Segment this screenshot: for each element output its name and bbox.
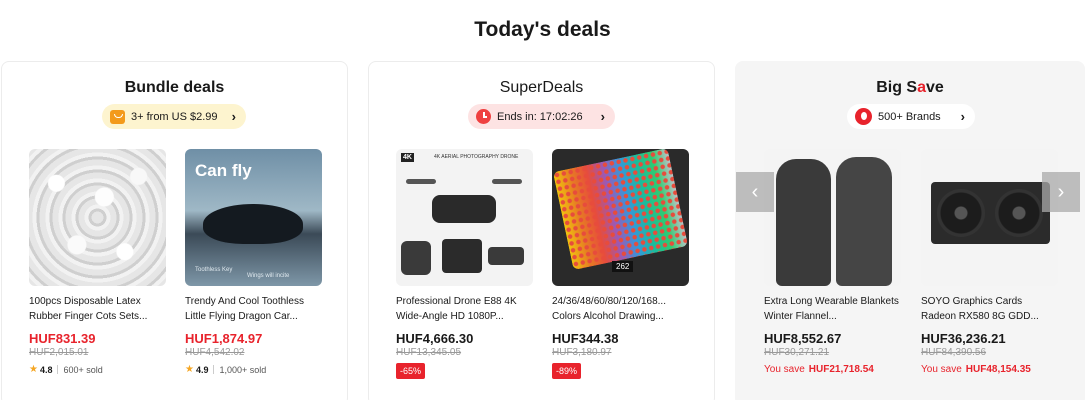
big-save-title-accent: a [917,79,926,96]
star-icon: ★ [185,364,194,375]
product-card[interactable]: 262 24/36/48/60/80/120/168... Colors Alc… [552,149,689,379]
product-name[interactable]: Professional Drone E88 4K Wide-Angle HD … [396,294,533,324]
bundle-pill-label: 3+ from US $2.99 [131,110,218,123]
product-price: HUF344.38 [552,331,619,346]
you-save-label: You save [921,364,962,375]
product-rating: 4.9 [195,364,209,375]
propeller-shape [406,179,436,184]
product-image[interactable] [921,149,1058,286]
you-save-amount: HUF21,718.54 [808,364,874,375]
carousel-next-button[interactable]: › [1042,172,1080,212]
superdeals-panel[interactable]: SuperDeals Ends in: 17:02:26 › 4K 4K AER… [368,61,715,400]
product-name[interactable]: Extra Long Wearable Blankets Winter Flan… [764,294,901,324]
carousel-prev-button[interactable]: ‹ [736,172,774,212]
product-price: HUF831.39 [29,331,96,346]
fan-shape [995,189,1043,237]
brand-logo-icon [855,108,872,125]
product-card[interactable]: SOYO Graphics Cards Radeon RX580 8G GDD.… [921,149,1058,375]
product-sold-count: 1,000+ sold [219,364,267,375]
product-price: HUF4,666.30 [396,331,474,346]
brands-pill-button[interactable]: 500+ Brands › [847,104,975,129]
product-image[interactable] [764,149,901,286]
big-save-title[interactable]: Big Save [736,79,1084,97]
chevron-right-icon: › [231,109,236,124]
product-card[interactable]: 4K 4K AERIAL PHOTOGRAPHY DRONE Professio… [396,149,533,379]
clock-icon [476,109,491,124]
you-save-label: You save [764,364,805,375]
you-save-line: You save HUF21,718.54 [764,364,901,375]
big-save-title-part: ve [926,79,944,96]
case-shape [442,239,482,273]
brands-pill-label: 500+ Brands [878,110,941,123]
image-caption: 4K AERIAL PHOTOGRAPHY DRONE [434,154,519,160]
bundle-deals-title[interactable]: Bundle deals [2,79,347,97]
product-card[interactable]: 100pcs Disposable Latex Rubber Finger Co… [29,149,166,375]
drone-body-shape [432,195,496,223]
product-old-price: HUF2,015.01 [29,347,89,358]
you-save-line: You save HUF48,154.35 [921,364,1058,375]
big-save-title-part: Big S [876,79,918,96]
product-name[interactable]: 24/36/48/60/80/120/168... Colors Alcohol… [552,294,689,324]
divider [57,365,59,374]
bundle-pill-button[interactable]: 3+ from US $2.99 › [102,104,246,129]
product-rating: 4.8 [39,364,53,375]
chevron-right-icon: › [1057,180,1065,203]
product-old-price: HUF84,390.56 [921,347,987,358]
propeller-shape [492,179,522,184]
superdeals-countdown-pill[interactable]: Ends in: 17:02:26 › [468,104,615,129]
image-caption-small: Wings will incite [247,273,290,279]
product-card[interactable]: Can fly Toothless Key Wings will incite … [185,149,322,375]
superdeals-title[interactable]: SuperDeals [369,79,714,97]
product-price: HUF36,236.21 [921,331,1006,346]
chevron-right-icon: › [600,109,605,124]
mini-drone-shape [488,247,524,265]
product-name[interactable]: SOYO Graphics Cards Radeon RX580 8G GDD.… [921,294,1058,324]
product-image[interactable] [29,149,166,286]
countdown-label: Ends in: 17:02:26 [497,110,583,123]
you-save-amount: HUF48,154.35 [965,364,1031,375]
person-shape [776,159,831,286]
controller-shape [401,241,431,275]
fan-shape [937,189,985,237]
image-caption-small: Toothless Key [195,267,233,273]
product-name[interactable]: 100pcs Disposable Latex Rubber Finger Co… [29,294,166,324]
dragon-shape [203,204,303,244]
star-icon: ★ [29,364,38,375]
discount-badge: -89% [552,363,582,379]
product-price: HUF8,552.67 [764,331,842,346]
bundle-deals-panel[interactable]: Bundle deals 3+ from US $2.99 › 100pcs D… [1,61,348,400]
product-image[interactable]: 262 [552,149,689,286]
divider [213,365,215,374]
markers-shape [552,149,689,271]
product-old-price: HUF4,542.02 [185,347,245,358]
image-caption: Can fly [195,161,252,180]
chevron-left-icon: ‹ [751,180,759,203]
person-shape [836,157,892,286]
product-old-price: HUF30,271.21 [764,347,830,358]
product-name[interactable]: Trendy And Cool Toothless Little Flying … [185,294,322,324]
shopping-bag-icon [110,109,125,124]
chevron-right-icon: › [960,109,965,124]
product-card[interactable]: Extra Long Wearable Blankets Winter Flan… [764,149,901,375]
discount-badge: -65% [396,363,426,379]
big-save-panel[interactable]: Big Save 500+ Brands › Extra Long Wearab… [735,61,1085,400]
product-price: HUF1,874.97 [185,331,263,346]
image-label: 262 [612,261,634,272]
product-old-price: HUF13,345.05 [396,347,462,358]
product-image[interactable]: Can fly Toothless Key Wings will incite [185,149,322,286]
product-old-price: HUF3,180.97 [552,347,612,358]
page-title: Today's deals [474,18,611,41]
product-sold-count: 600+ sold [63,364,103,375]
product-meta: ★ 4.9 1,000+ sold [185,364,322,375]
product-meta: ★ 4.8 600+ sold [29,364,166,375]
product-image[interactable]: 4K 4K AERIAL PHOTOGRAPHY DRONE [396,149,533,286]
image-tag: 4K [401,153,414,162]
